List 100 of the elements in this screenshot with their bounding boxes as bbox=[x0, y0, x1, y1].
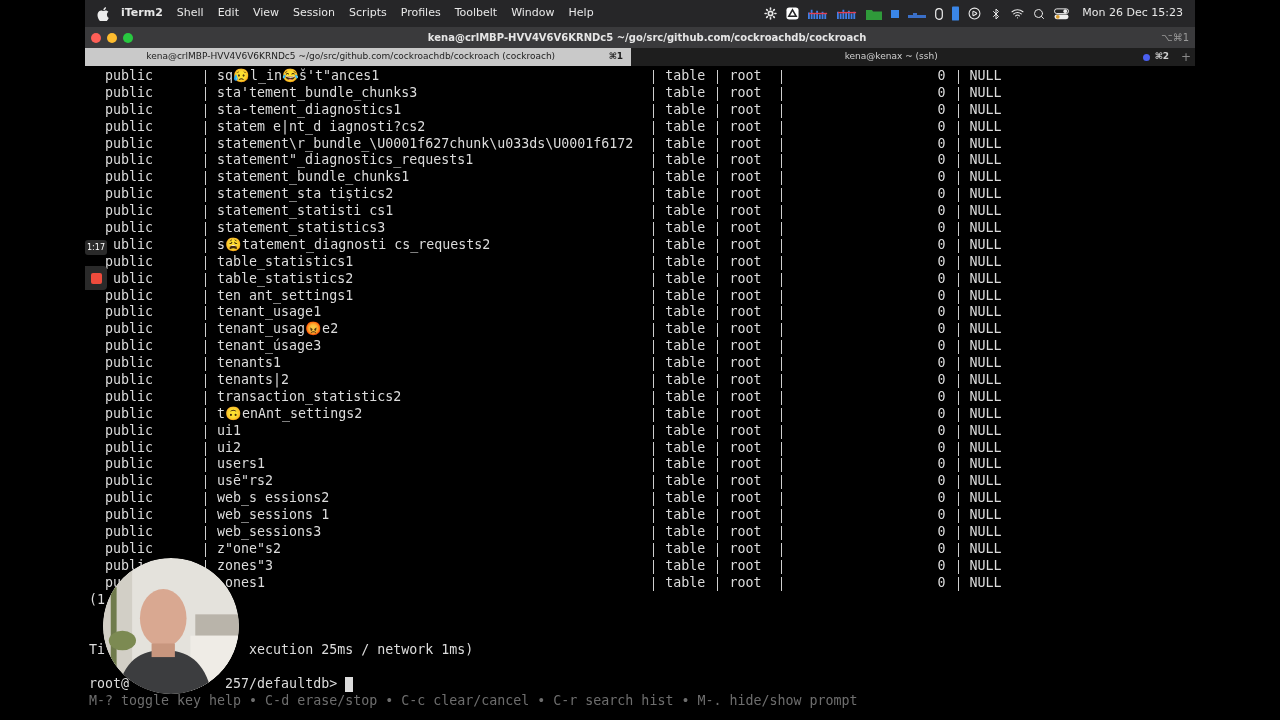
type-cell: table bbox=[665, 169, 706, 185]
owner-cell: root bbox=[729, 101, 762, 117]
app-menu[interactable]: iTerm2 bbox=[121, 5, 163, 22]
prompt-text: 257/defaultdb> bbox=[225, 676, 338, 693]
tab[interactable]: kena@kenax ~ (ssh) ⌘2 bbox=[631, 48, 1177, 66]
mouse-icon[interactable] bbox=[935, 7, 944, 20]
search-icon[interactable] bbox=[1033, 7, 1046, 20]
locality-cell: NULL bbox=[969, 236, 1002, 254]
schema-cell: public bbox=[105, 84, 154, 100]
table-name-cell: users1 bbox=[217, 456, 266, 472]
count-cell: 0 bbox=[937, 388, 946, 404]
apple-logo-icon[interactable] bbox=[97, 6, 109, 21]
count-cell: 0 bbox=[937, 287, 946, 303]
count-cell: 0 bbox=[937, 152, 946, 168]
table-name-cell: statement_bundle_chunks1 bbox=[217, 169, 410, 185]
locality-cell: NULL bbox=[969, 321, 1002, 339]
table-name-cell: statement_sta tiṣtics2 bbox=[217, 186, 394, 202]
count-cell: 0 bbox=[937, 473, 946, 489]
schema-cell: public bbox=[105, 473, 154, 489]
battery-bar-icon[interactable] bbox=[952, 6, 960, 21]
locality-cell: NULL bbox=[969, 253, 1002, 271]
count-cell: 0 bbox=[937, 355, 946, 371]
locality-cell: NULL bbox=[969, 220, 1002, 237]
menu-clock[interactable]: Mon 26 Dec 15:23 bbox=[1082, 5, 1183, 22]
locality-cell: NULL bbox=[969, 372, 1002, 389]
owner-cell: root bbox=[729, 270, 762, 286]
table-name-cell: tenant_usag😡e2 bbox=[217, 321, 339, 337]
schema-cell: public bbox=[105, 253, 154, 269]
locality-cell: NULL bbox=[969, 152, 1002, 170]
table-name-cell: statement_statisti cs1 bbox=[217, 203, 394, 219]
audio-meter-icon[interactable] bbox=[808, 8, 829, 19]
zoom-button[interactable] bbox=[123, 32, 133, 43]
owner-cell: root bbox=[729, 84, 762, 100]
locality-cell: NULL bbox=[969, 304, 1002, 322]
square-icon[interactable] bbox=[891, 9, 900, 18]
locality-cell: NULL bbox=[969, 456, 1002, 474]
key-hint-line: M-? toggle key help • C-d erase/stop • C-c clear/cancel • C-r search hist • M-. hide/show prompt bbox=[89, 692, 858, 708]
locality-cell: NULL bbox=[969, 524, 1002, 541]
menu-item[interactable]: Window bbox=[511, 5, 555, 22]
locality-cell: NULL bbox=[969, 388, 1002, 406]
minimize-button[interactable] bbox=[107, 32, 117, 43]
type-cell: table bbox=[665, 507, 706, 523]
locality-cell: NULL bbox=[969, 287, 1002, 305]
text-cursor bbox=[345, 677, 354, 692]
type-cell: table bbox=[665, 490, 706, 506]
menu-item[interactable]: Edit bbox=[217, 5, 239, 22]
schema-cell: public bbox=[105, 507, 154, 523]
type-cell: table bbox=[665, 557, 706, 573]
schema-cell: public bbox=[105, 388, 154, 404]
owner-cell: root bbox=[729, 574, 762, 590]
schema-cell: public bbox=[105, 321, 154, 337]
menu-item[interactable]: Help bbox=[568, 5, 594, 22]
play-icon[interactable] bbox=[968, 7, 982, 20]
type-cell: table bbox=[665, 220, 706, 235]
triangle-icon[interactable] bbox=[786, 7, 800, 20]
menu-item[interactable]: Scripts bbox=[349, 5, 387, 22]
sun-icon[interactable] bbox=[764, 7, 778, 20]
type-cell: table bbox=[665, 304, 706, 320]
type-cell: table bbox=[665, 203, 706, 219]
owner-cell: root bbox=[729, 68, 762, 83]
table-name-cell: sta-tement_diagnostics1 bbox=[217, 101, 402, 117]
table-name-cell: ui1 bbox=[217, 422, 242, 438]
close-button[interactable] bbox=[91, 32, 101, 43]
new-tab-button[interactable]: + bbox=[1177, 48, 1195, 66]
schema-cell: public bbox=[105, 101, 154, 117]
type-cell: table bbox=[665, 270, 706, 286]
locality-cell: NULL bbox=[969, 270, 1002, 288]
schema-cell: ublic bbox=[113, 236, 154, 252]
type-cell: table bbox=[665, 355, 706, 371]
menu-item[interactable]: View bbox=[253, 5, 280, 22]
wifi-icon[interactable] bbox=[1011, 7, 1025, 20]
owner-cell: root bbox=[729, 236, 762, 252]
toggle-icon[interactable] bbox=[1054, 7, 1070, 20]
menu-item[interactable]: Toolbelt bbox=[454, 5, 498, 22]
menu-item[interactable]: Session bbox=[293, 5, 336, 22]
type-cell: table bbox=[665, 439, 706, 455]
table-name-cell: statement_statistics3 bbox=[217, 220, 386, 235]
type-cell: table bbox=[665, 372, 706, 388]
folder-icon[interactable] bbox=[866, 7, 883, 20]
menu-item[interactable]: Shell bbox=[176, 5, 204, 22]
type-cell: table bbox=[665, 68, 706, 83]
type-cell: table bbox=[665, 574, 706, 590]
count-cell: 0 bbox=[937, 101, 946, 117]
locality-cell: NULL bbox=[969, 422, 1002, 440]
schema-cell: public bbox=[105, 152, 154, 168]
tab[interactable]: kena@crlMBP-HVV4V6V6KRNDc5 ~/go/src/github.com/cockroachdb/cockroach (cockroach) ⌘1 bbox=[85, 48, 631, 66]
stop-recording-button[interactable] bbox=[85, 266, 107, 290]
owner-cell: root bbox=[729, 473, 762, 489]
type-cell: table bbox=[665, 253, 706, 269]
count-cell: 0 bbox=[937, 253, 946, 269]
schema-cell: public bbox=[105, 338, 154, 354]
type-cell: table bbox=[665, 388, 706, 404]
count-cell: 0 bbox=[937, 68, 946, 83]
count-cell: 0 bbox=[937, 439, 946, 455]
audio-meter-icon[interactable] bbox=[837, 8, 858, 19]
type-cell: table bbox=[665, 524, 706, 540]
row-count: (1 bbox=[89, 591, 105, 607]
schema-cell: public bbox=[105, 220, 154, 235]
owner-cell: root bbox=[729, 557, 762, 573]
menu-item[interactable]: Profiles bbox=[400, 5, 441, 22]
